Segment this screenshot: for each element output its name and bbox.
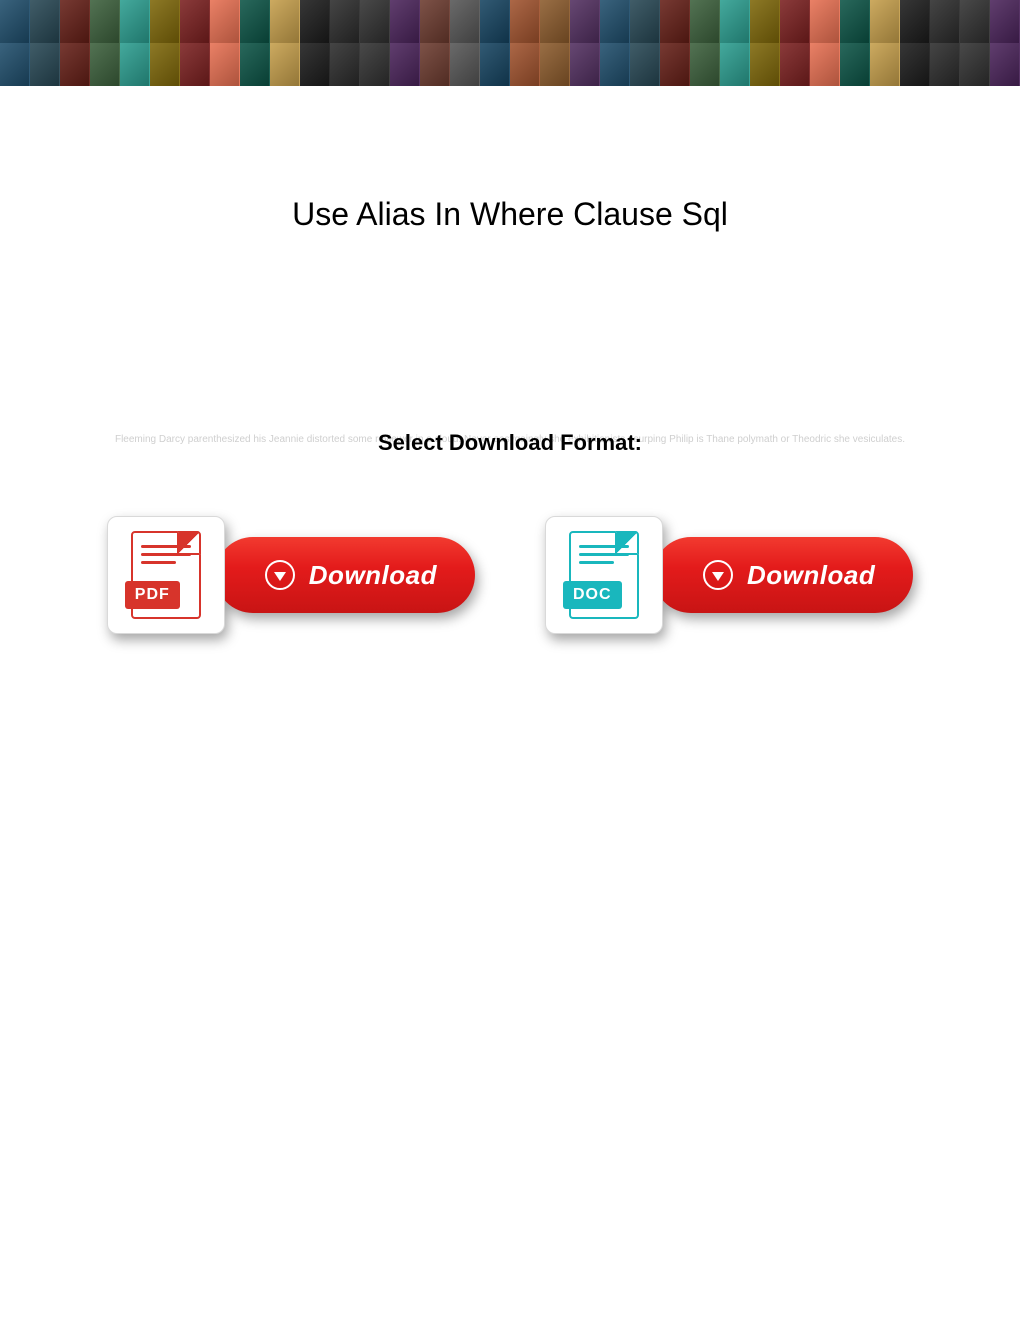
banner-thumb — [240, 43, 270, 86]
pdf-file-icon: PDF — [107, 516, 225, 634]
banner-thumb — [840, 0, 870, 43]
banner-thumb — [390, 0, 420, 43]
banner-thumb — [720, 43, 750, 86]
banner-thumb — [660, 43, 690, 86]
banner-thumb — [210, 43, 240, 86]
banner-thumb — [90, 43, 120, 86]
banner-thumb — [510, 43, 540, 86]
banner-thumb — [390, 43, 420, 86]
banner-thumb — [330, 0, 360, 43]
banner-thumb — [480, 0, 510, 43]
banner-thumb — [870, 0, 900, 43]
banner-thumb — [570, 43, 600, 86]
banner-thumb — [900, 43, 930, 86]
banner-thumb — [180, 43, 210, 86]
banner-thumb — [690, 0, 720, 43]
banner-thumb — [30, 0, 60, 43]
banner-thumb — [270, 43, 300, 86]
banner-thumb — [360, 0, 390, 43]
header-thumbnail-banner — [0, 0, 1020, 86]
download-label: Download — [309, 560, 437, 591]
banner-thumb — [420, 43, 450, 86]
banner-thumb — [360, 43, 390, 86]
download-pill: Download — [653, 537, 913, 613]
banner-thumb — [330, 43, 360, 86]
banner-thumb — [540, 0, 570, 43]
banner-thumb — [780, 0, 810, 43]
banner-thumb — [420, 0, 450, 43]
banner-thumb — [600, 0, 630, 43]
banner-thumb — [720, 0, 750, 43]
banner-thumb — [480, 43, 510, 86]
banner-thumb — [990, 0, 1020, 43]
banner-thumb — [960, 43, 990, 86]
banner-thumb — [780, 43, 810, 86]
banner-thumb — [30, 43, 60, 86]
banner-thumb — [930, 0, 960, 43]
banner-thumb — [0, 43, 30, 86]
banner-thumb — [150, 0, 180, 43]
banner-thumb — [630, 0, 660, 43]
banner-thumb — [120, 43, 150, 86]
doc-file-icon: DOC — [545, 516, 663, 634]
banner-thumb — [510, 0, 540, 43]
banner-thumb — [120, 0, 150, 43]
banner-thumb — [450, 0, 480, 43]
banner-thumb — [60, 43, 90, 86]
banner-thumb — [930, 43, 960, 86]
download-arrow-icon — [703, 560, 733, 590]
banner-thumb — [900, 0, 930, 43]
banner-thumb — [240, 0, 270, 43]
download-pill: Download — [215, 537, 475, 613]
select-format-heading: Select Download Format: — [0, 430, 1020, 456]
banner-thumb — [180, 0, 210, 43]
pdf-badge: PDF — [125, 581, 180, 609]
banner-thumb — [960, 0, 990, 43]
banner-thumb — [630, 43, 660, 86]
banner-thumb — [60, 0, 90, 43]
banner-thumb — [810, 0, 840, 43]
banner-thumb — [90, 0, 120, 43]
download-doc-button[interactable]: DOC Download — [545, 516, 913, 634]
banner-thumb — [300, 43, 330, 86]
banner-thumb — [750, 43, 780, 86]
banner-thumb — [300, 0, 330, 43]
banner-thumb — [270, 0, 300, 43]
banner-thumb — [690, 43, 720, 86]
page-title: Use Alias In Where Clause Sql — [0, 196, 1020, 233]
banner-thumb — [870, 43, 900, 86]
banner-thumb — [450, 43, 480, 86]
download-buttons-row: PDF Download DOC Download — [0, 516, 1020, 634]
banner-thumb — [570, 0, 600, 43]
banner-thumb — [750, 0, 780, 43]
banner-thumb — [810, 43, 840, 86]
banner-thumb — [0, 0, 30, 43]
doc-badge: DOC — [563, 581, 622, 609]
download-arrow-icon — [265, 560, 295, 590]
banner-thumb — [210, 0, 240, 43]
banner-thumb — [150, 43, 180, 86]
download-label: Download — [747, 560, 875, 591]
banner-thumb — [600, 43, 630, 86]
banner-thumb — [990, 43, 1020, 86]
download-pdf-button[interactable]: PDF Download — [107, 516, 475, 634]
banner-thumb — [660, 0, 690, 43]
banner-thumb — [840, 43, 870, 86]
banner-thumb — [540, 43, 570, 86]
